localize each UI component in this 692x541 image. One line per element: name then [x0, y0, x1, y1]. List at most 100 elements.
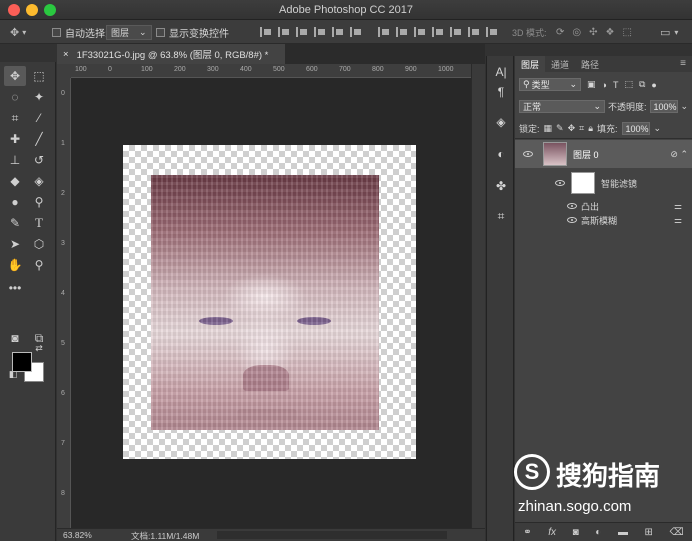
align-top-icon[interactable] [260, 27, 272, 37]
fill-input[interactable]: 100% [621, 122, 650, 135]
screen-mode-button[interactable]: ⧉ [28, 328, 50, 348]
3d-scale-icon[interactable]: ⬚ [622, 27, 631, 38]
filter-toggle-icon[interactable]: ● [651, 80, 656, 90]
type-tool[interactable]: T [28, 213, 50, 233]
distribute-right-icon[interactable] [468, 27, 480, 37]
bucket-tool[interactable]: ◈ [28, 171, 50, 191]
character-panel-button[interactable]: A| [491, 62, 511, 82]
layer-filter-dropdown[interactable]: ⚲ 类型 ⌄ [519, 78, 581, 91]
move-tool[interactable]: ✥ [4, 66, 26, 86]
filter-blend-options-icon[interactable]: ⚌ [674, 201, 682, 212]
layer-row[interactable]: 凸出 ⚌ [515, 199, 692, 213]
eraser-tool[interactable]: ◆ [4, 171, 26, 191]
layers-panel-button[interactable]: ◈ [491, 112, 511, 132]
zoom-level[interactable]: 63.82% [63, 530, 92, 540]
adjustments-panel-button[interactable]: ◐ [491, 144, 511, 164]
foreground-color-swatch[interactable] [12, 352, 32, 372]
auto-select-dropdown[interactable]: 图层 ⌄ [106, 24, 152, 40]
filter-smart-icon[interactable]: ⧉ [639, 79, 645, 90]
lock-pixels-icon[interactable]: ✎ [556, 123, 564, 134]
healing-tool[interactable]: ✚ [4, 129, 26, 149]
new-group-icon[interactable]: ▬ [618, 527, 628, 538]
distribute-left-icon[interactable] [432, 27, 444, 37]
filter-shape-icon[interactable]: ⬚ [624, 79, 633, 90]
align-right-icon[interactable] [350, 27, 362, 37]
filter-name[interactable]: 高斯模糊 [581, 214, 617, 227]
zoom-tool[interactable]: ⚲ [28, 255, 50, 275]
distribute-bottom-icon[interactable] [414, 27, 426, 37]
layer-name[interactable]: 图层 0 [573, 148, 599, 161]
blend-mode-dropdown[interactable]: 正常 ⌄ [519, 100, 605, 113]
paragraph-panel-button[interactable]: ¶ [491, 82, 511, 102]
align-bottom-icon[interactable] [296, 27, 308, 37]
magic-wand-tool[interactable]: ✦ [28, 87, 50, 107]
layer-row[interactable]: 图层 0 ⊘ ⌃ [515, 140, 692, 168]
ruler-top[interactable]: 100 0 100 200 300 400 500 600 700 800 900 1000 [71, 64, 471, 78]
marquee-tool[interactable]: ⬚ [28, 66, 50, 86]
hand-tool[interactable]: ✋ [4, 255, 26, 275]
brush-tool[interactable]: ╱ [28, 129, 50, 149]
edit-toolbar-button[interactable]: ••• [4, 278, 26, 298]
lock-position-icon[interactable]: ✥ [568, 123, 576, 134]
ruler-left[interactable]: 0 1 2 3 4 5 6 7 8 [57, 78, 71, 528]
lock-all-icon[interactable]: 🔒︎ [588, 123, 593, 134]
align-hcenter-icon[interactable] [332, 27, 344, 37]
swatches-panel-button[interactable]: ✤ [491, 176, 511, 196]
distribute-top-icon[interactable] [378, 27, 390, 37]
panel-menu-icon[interactable]: ≡ [680, 58, 686, 69]
filter-adjust-icon[interactable]: ◑ [602, 80, 607, 90]
chevron-down-icon[interactable]: ⌄ [681, 101, 689, 112]
shape-tool[interactable]: ⬡ [28, 234, 50, 254]
pen-tool[interactable]: ✎ [4, 213, 26, 233]
layer-row[interactable]: 智能滤镜 [515, 170, 692, 196]
new-adjustment-icon[interactable]: ◐ [595, 527, 601, 538]
document-canvas[interactable] [123, 145, 416, 459]
workspace-icon[interactable]: ▭ [660, 26, 670, 39]
document-info[interactable]: 文档:1.11M/1.48M [131, 530, 199, 541]
history-brush-tool[interactable]: ↺ [28, 150, 50, 170]
path-select-tool[interactable]: ➤ [4, 234, 26, 254]
filter-pixel-icon[interactable]: ▣ [587, 79, 596, 90]
move-tool-preset[interactable]: ✥ ▾ [10, 20, 26, 44]
show-transform-checkbox[interactable] [156, 27, 165, 37]
opacity-input[interactable]: 100% [649, 100, 678, 113]
distribute-vcenter-icon[interactable] [396, 27, 408, 37]
chevron-down-icon[interactable]: ⌄ [654, 123, 662, 134]
trash-icon[interactable]: ⌫ [670, 527, 684, 538]
3d-rotate-icon[interactable]: ⟳ [556, 27, 564, 38]
eye-icon[interactable] [567, 217, 577, 223]
dodge-tool[interactable]: ⚲ [28, 192, 50, 212]
align-vcenter-icon[interactable] [278, 27, 290, 37]
3d-roll-icon[interactable]: ◎ [572, 27, 581, 38]
close-icon[interactable]: × [63, 49, 69, 60]
link-layers-icon[interactable]: ⚭ [523, 527, 531, 538]
smart-filter-mask[interactable] [571, 172, 595, 194]
auto-select-checkbox[interactable] [52, 27, 61, 37]
eye-icon[interactable] [567, 203, 577, 209]
new-layer-icon[interactable]: ⊞ [645, 527, 653, 538]
tab-channels[interactable]: 通道 [545, 56, 575, 72]
auto-align-icon[interactable] [486, 27, 498, 37]
crop-tool[interactable]: ⌗ [4, 108, 26, 128]
blur-tool[interactable]: ● [4, 192, 26, 212]
layer-style-icon[interactable]: fx [548, 527, 556, 538]
3d-slide-icon[interactable]: ❖ [606, 27, 615, 38]
crop-panel-button[interactable]: ⌗ [491, 206, 511, 226]
horizontal-scrollbar[interactable] [217, 531, 447, 539]
tab-paths[interactable]: 路径 [575, 56, 605, 72]
lock-artboard-icon[interactable]: ⌗ [579, 123, 584, 134]
layer-row[interactable]: 高斯模糊 ⚌ [515, 213, 692, 227]
quick-mask-button[interactable]: ◙ [4, 328, 26, 348]
layer-name[interactable]: 智能滤镜 [601, 177, 637, 190]
lasso-tool[interactable]: ◌ [4, 87, 26, 107]
eyedropper-tool[interactable]: ⁄ [28, 108, 50, 128]
filter-type-icon[interactable]: T [613, 80, 619, 90]
stamp-tool[interactable]: ⊥ [4, 150, 26, 170]
document-tab[interactable]: × 1F33021G-0.jpg @ 63.8% (图层 0, RGB/8#) … [57, 44, 285, 64]
smart-filter-options-icon[interactable]: ⊘ ⌃ [670, 149, 688, 160]
filter-blend-options-icon[interactable]: ⚌ [674, 215, 682, 226]
canvas-workspace[interactable] [71, 78, 471, 528]
align-left-icon[interactable] [314, 27, 326, 37]
lock-transparent-icon[interactable]: ▦ [544, 123, 553, 134]
vertical-scrollbar[interactable] [471, 64, 485, 528]
